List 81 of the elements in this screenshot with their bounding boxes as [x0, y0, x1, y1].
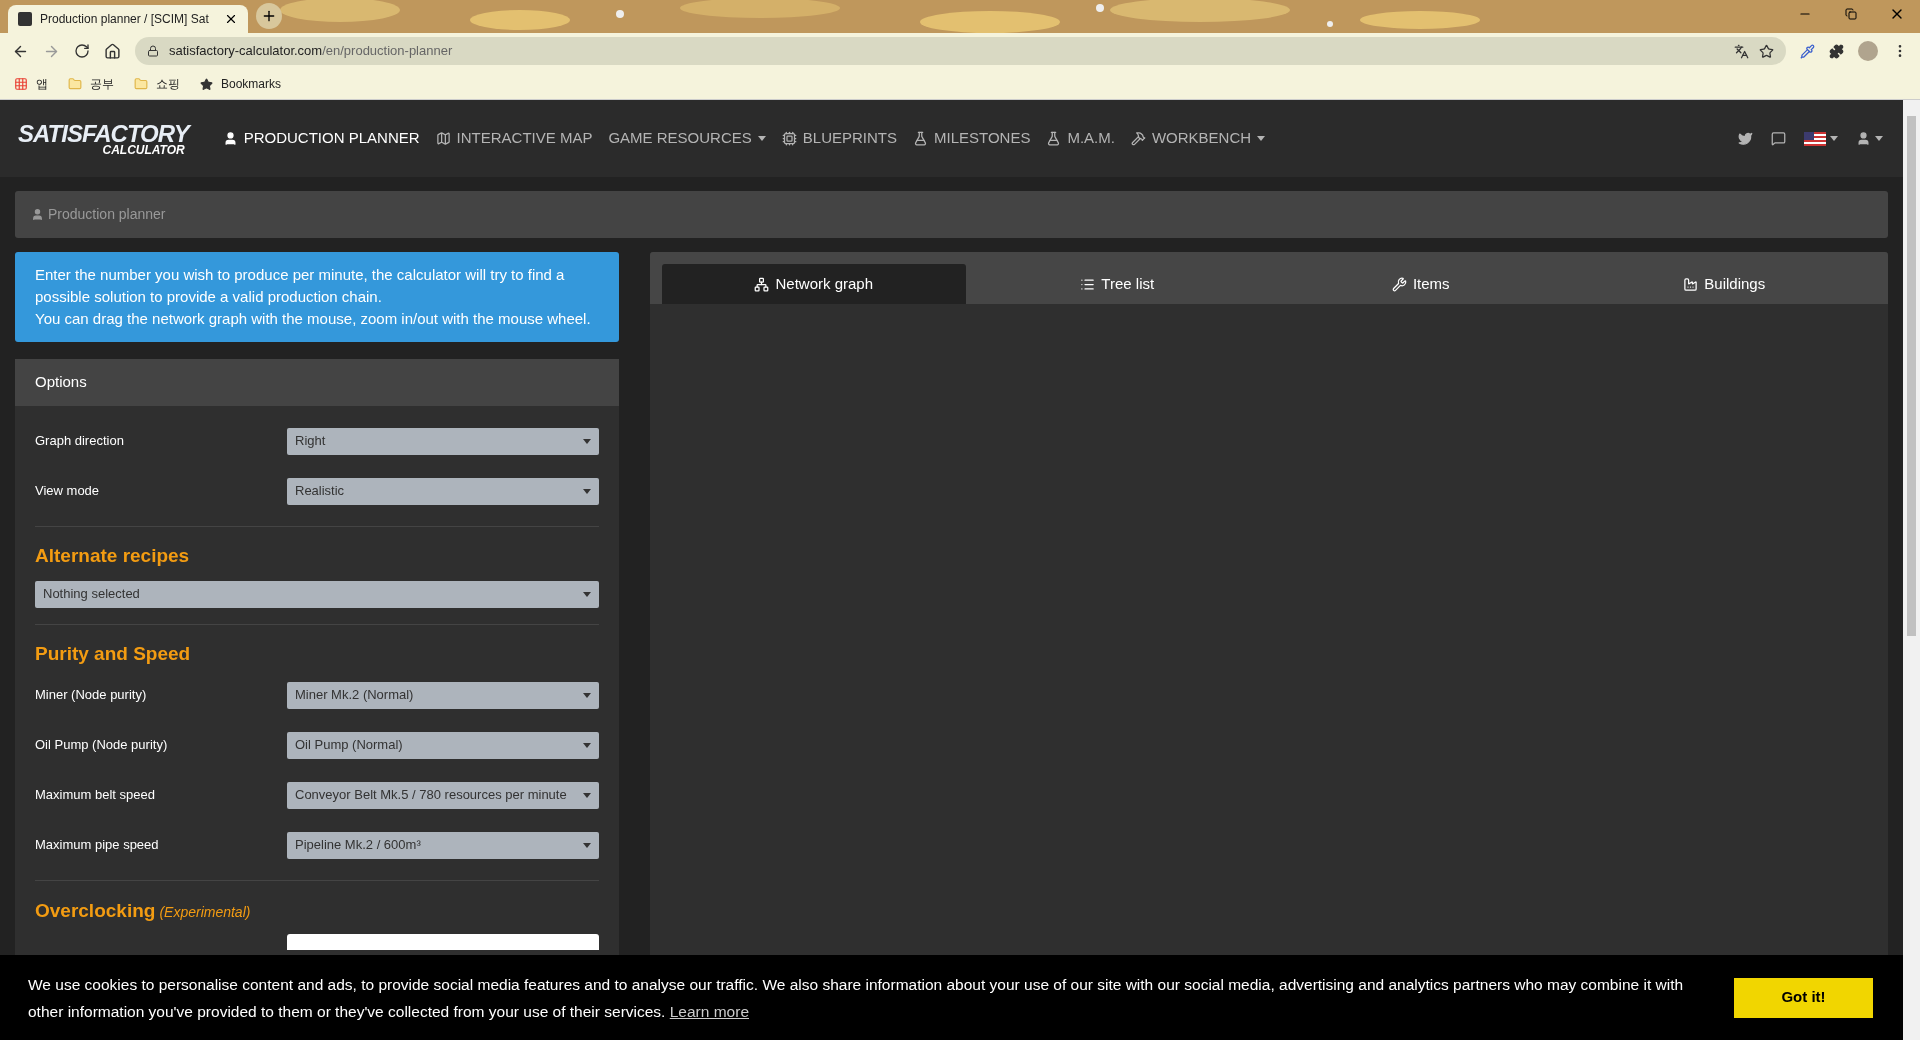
new-tab-icon[interactable]: [261, 8, 277, 24]
tools-icon: [1391, 276, 1407, 292]
nav-link[interactable]: M.A.M.: [1038, 127, 1123, 150]
bookmark-item[interactable]: 앱: [14, 75, 48, 93]
extensions-icon[interactable]: [1829, 43, 1844, 59]
select-field[interactable]: Nothing selected: [35, 580, 599, 608]
chip-icon: [781, 131, 797, 146]
factory-icon: [1683, 276, 1699, 292]
section-heading: Alternate recipes: [35, 544, 191, 568]
nav-link[interactable]: MILESTONES: [905, 127, 1039, 150]
caret-icon: [583, 742, 591, 748]
browser-tab[interactable]: Production planner / [SCIM] Sat: [8, 5, 248, 33]
info-text: Enter the number you wish to produce per minute, the calculator will try to find a possible solution to provide a valid production chain.: [35, 265, 566, 307]
account-icon[interactable]: [1856, 131, 1871, 146]
nav-link[interactable]: INTERACTIVE MAP: [427, 127, 601, 150]
folder-icon: [134, 77, 148, 91]
caret-icon: [583, 488, 591, 494]
user-icon: [31, 208, 44, 221]
tab[interactable]: Network graph: [662, 264, 966, 304]
option-label: Miner (Node purity): [35, 686, 147, 705]
address-field[interactable]: satisfactory-calculator.com/en/production-planner: [135, 37, 1786, 65]
nav-link[interactable]: PRODUCTION PLANNER: [214, 127, 428, 150]
sitemap-icon: [754, 276, 770, 292]
select-field[interactable]: Pipeline Mk.2 / 600m³: [287, 831, 599, 859]
section-note: (Experimental): [159, 903, 251, 922]
option-label: View mode: [35, 482, 100, 501]
tab[interactable]: Tree list: [965, 264, 1269, 304]
input-field[interactable]: [287, 933, 599, 950]
select-field[interactable]: Right: [287, 427, 599, 455]
select-field[interactable]: Realistic: [287, 477, 599, 505]
tab[interactable]: Buildings: [1572, 264, 1876, 304]
nav-link[interactable]: BLUEPRINTS: [773, 127, 905, 150]
select-field[interactable]: Miner Mk.2 (Normal): [287, 681, 599, 709]
section-heading: Overclocking: [35, 899, 156, 923]
flag-icon[interactable]: [1804, 131, 1826, 146]
star-icon: [200, 77, 213, 91]
apps-grid-icon: [14, 77, 28, 91]
hammer-icon: [1130, 131, 1146, 146]
reload-icon[interactable]: [74, 43, 90, 59]
card-title: Options: [35, 372, 87, 393]
flask-icon: [1046, 131, 1062, 146]
close-icon[interactable]: [224, 12, 238, 26]
caret-icon: [1830, 136, 1838, 141]
tab[interactable]: Items: [1269, 264, 1573, 304]
map-icon: [435, 131, 451, 146]
option-label: Graph direction: [35, 432, 124, 451]
lock-icon: [147, 45, 159, 57]
restore-icon[interactable]: [1845, 8, 1857, 20]
cookie-text: We use cookies to personalise content and ads, to provide social media features and to analyse our traffic. We also share information about your use of our site with our social media, advertising and analytics partners who may combine it with other information you've provided to them or they've collected from your use of their services. Learn more: [28, 974, 1685, 1022]
caret-icon: [583, 591, 591, 597]
info-text: You can drag the network graph with the mouse, zoom in/out with the mouse wheel.: [35, 309, 592, 329]
home-icon[interactable]: [104, 42, 121, 60]
bookmark-star-icon[interactable]: [1759, 43, 1774, 59]
learn-more-link[interactable]: Learn more: [669, 1002, 749, 1020]
select-field[interactable]: Conveyor Belt Mk.5 / 780 resources per minute: [287, 781, 599, 809]
bookmark-item[interactable]: 공부: [68, 75, 114, 93]
translate-icon[interactable]: [1734, 43, 1749, 59]
select-field[interactable]: Oil Pump (Normal): [287, 731, 599, 759]
caret-icon: [583, 438, 591, 444]
option-label: Maximum belt speed: [35, 786, 155, 805]
caret-icon: [1875, 136, 1883, 141]
nav-link[interactable]: GAME RESOURCES: [600, 127, 774, 150]
caret-icon: [583, 792, 591, 798]
twitter-icon[interactable]: [1738, 131, 1753, 146]
eyedropper-icon[interactable]: [1800, 43, 1815, 59]
folder-icon: [68, 77, 82, 91]
option-label: Maximum pipe speed: [35, 836, 159, 855]
caret-icon: [583, 692, 591, 698]
bookmark-item[interactable]: Bookmarks: [200, 75, 282, 93]
option-label: Oil Pump (Node purity): [35, 736, 168, 755]
flask-icon: [913, 131, 928, 146]
breadcrumb-bar: Production planner: [15, 191, 1888, 238]
nav-link[interactable]: WORKBENCH: [1122, 127, 1274, 150]
list-icon: [1080, 276, 1096, 292]
bookmark-item[interactable]: 쇼핑: [134, 75, 180, 93]
chat-icon[interactable]: [1771, 131, 1786, 146]
got-it-button[interactable]: Got it!: [1734, 977, 1873, 1018]
user-icon: [222, 131, 238, 146]
section-heading: Purity and Speed: [35, 641, 192, 666]
favicon-icon: [18, 12, 32, 26]
caret-icon: [583, 842, 591, 848]
